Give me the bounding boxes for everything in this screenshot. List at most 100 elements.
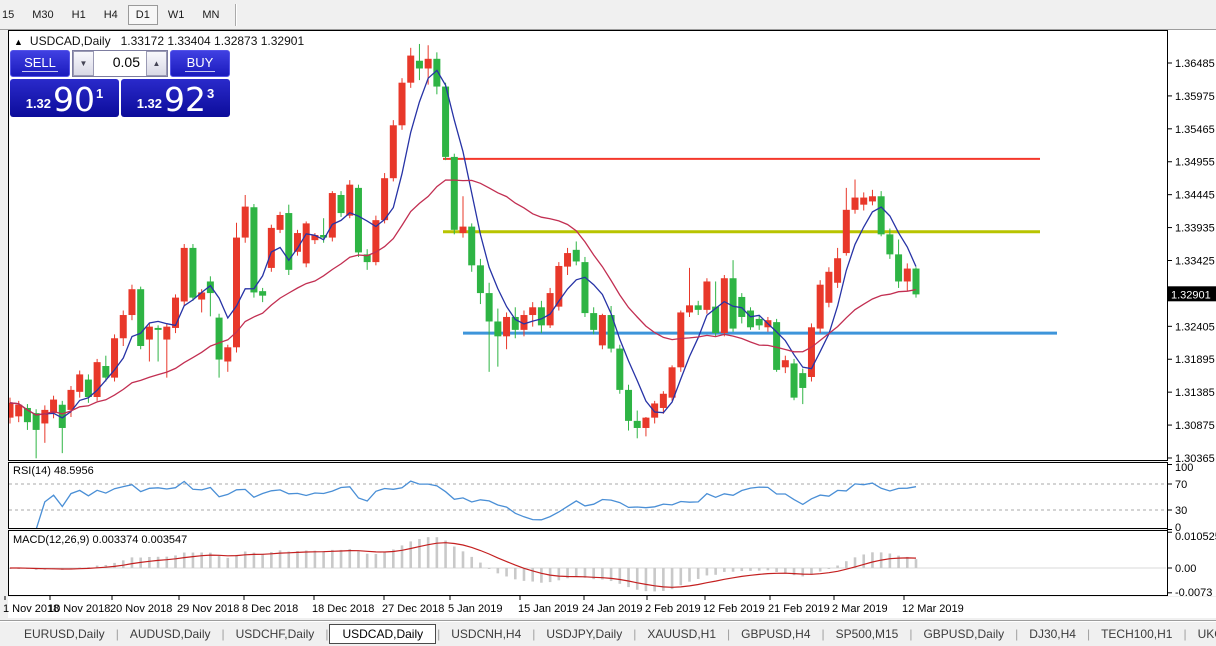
chart-symbol-label: USDCAD,Daily bbox=[30, 34, 111, 48]
symbol-tab-bar: EURUSD,Daily|AUDUSD,Daily|USDCHF,Daily|U… bbox=[0, 620, 1216, 646]
tab-usdcad-daily[interactable]: USDCAD,Daily bbox=[329, 624, 436, 644]
collapse-panel-icon[interactable]: ▲ bbox=[14, 37, 23, 47]
svg-text:70: 70 bbox=[1175, 479, 1187, 491]
candle-body bbox=[155, 328, 162, 330]
svg-text:5 Jan 2019: 5 Jan 2019 bbox=[448, 603, 502, 615]
candle-body bbox=[494, 321, 501, 336]
svg-text:1.31895: 1.31895 bbox=[1175, 354, 1215, 366]
candle-body bbox=[477, 265, 484, 293]
candle-body bbox=[869, 196, 876, 201]
candle-body bbox=[425, 59, 432, 69]
svg-text:24 Jan 2019: 24 Jan 2019 bbox=[582, 603, 643, 615]
buy-button[interactable]: BUY bbox=[170, 50, 230, 77]
candle-body bbox=[486, 293, 493, 321]
svg-text:100: 100 bbox=[1175, 462, 1193, 474]
candle-body bbox=[677, 312, 684, 367]
tab-gbpusd-daily[interactable]: GBPUSD,Daily bbox=[913, 624, 1014, 644]
tab-xauusd-h1[interactable]: XAUUSD,H1 bbox=[637, 624, 726, 644]
candle-body bbox=[268, 228, 275, 268]
candle-body bbox=[825, 272, 832, 303]
svg-text:20 Nov 2018: 20 Nov 2018 bbox=[110, 603, 172, 615]
candle-body bbox=[390, 125, 397, 178]
sell-price-display[interactable]: 1.32 90 1 bbox=[10, 79, 119, 117]
candle-body bbox=[102, 366, 109, 378]
svg-text:1.33425: 1.33425 bbox=[1175, 255, 1215, 267]
tab-usdjpy-daily[interactable]: USDJPY,Daily bbox=[536, 624, 632, 644]
candle-body bbox=[338, 195, 345, 213]
tab-gbpusd-h4[interactable]: GBPUSD,H4 bbox=[731, 624, 820, 644]
candle-body bbox=[886, 234, 893, 254]
candle-body bbox=[189, 248, 196, 298]
sell-price-prefix: 1.32 bbox=[26, 96, 51, 111]
svg-text:1.31385: 1.31385 bbox=[1175, 387, 1215, 399]
tab-separator: | bbox=[727, 627, 730, 641]
candle-body bbox=[669, 367, 676, 397]
tab-ukc[interactable]: UKC bbox=[1188, 624, 1216, 644]
timeframe-button-M30[interactable]: M30 bbox=[24, 5, 61, 25]
candle-body bbox=[878, 196, 885, 234]
timeframe-button-W1[interactable]: W1 bbox=[160, 5, 193, 25]
tab-audusd-daily[interactable]: AUDUSD,Daily bbox=[120, 624, 221, 644]
candle-body bbox=[581, 262, 588, 313]
volume-stepper: ▼ 0.05 ▲ bbox=[72, 50, 168, 77]
candle-body bbox=[817, 285, 824, 329]
candle-body bbox=[538, 307, 545, 325]
tab-separator: | bbox=[1015, 627, 1018, 641]
timeframe-button-H4[interactable]: H4 bbox=[96, 5, 126, 25]
candle-body bbox=[407, 56, 414, 83]
candle-body bbox=[67, 390, 74, 410]
sell-price-main: 90 bbox=[53, 85, 95, 115]
candle-body bbox=[573, 250, 580, 262]
tab-usdchf-daily[interactable]: USDCHF,Daily bbox=[226, 624, 325, 644]
candle-body bbox=[33, 413, 40, 430]
buy-button-label: BUY bbox=[185, 55, 216, 72]
candle-body bbox=[843, 210, 850, 253]
macd-indicator-label: MACD(12,26,9) 0.003374 0.003547 bbox=[13, 534, 187, 546]
candle-body bbox=[303, 223, 310, 263]
sell-button[interactable]: SELL bbox=[10, 50, 70, 77]
svg-text:2 Mar 2019: 2 Mar 2019 bbox=[832, 603, 888, 615]
candle-body bbox=[599, 315, 606, 345]
candle-body bbox=[285, 213, 292, 270]
svg-text:18 Dec 2018: 18 Dec 2018 bbox=[312, 603, 374, 615]
volume-increase-button[interactable]: ▲ bbox=[146, 51, 167, 76]
candle-body bbox=[634, 421, 641, 428]
tab-tech100-h1[interactable]: TECH100,H1 bbox=[1091, 624, 1182, 644]
candle-body bbox=[198, 292, 205, 299]
candle-body bbox=[721, 278, 728, 333]
candle-body bbox=[451, 157, 458, 230]
one-click-trading-panel: SELL ▼ 0.05 ▲ BUY 1.32 90 1 1.32 92 3 bbox=[10, 50, 230, 117]
candle-body bbox=[399, 83, 406, 126]
candle-body bbox=[703, 281, 710, 309]
candle-body bbox=[460, 227, 467, 233]
svg-text:0.00: 0.00 bbox=[1175, 563, 1196, 575]
buy-price-display[interactable]: 1.32 92 3 bbox=[121, 79, 230, 117]
chevron-up-icon: ▲ bbox=[153, 59, 161, 68]
svg-text:1.34955: 1.34955 bbox=[1175, 157, 1215, 169]
volume-input[interactable]: 0.05 bbox=[94, 51, 146, 76]
candle-body bbox=[277, 215, 284, 230]
chevron-down-icon: ▼ bbox=[80, 59, 88, 68]
candle-body bbox=[651, 403, 658, 417]
svg-text:1.35465: 1.35465 bbox=[1175, 124, 1215, 136]
timeframe-button-H1[interactable]: H1 bbox=[64, 5, 94, 25]
timeframe-button-MN[interactable]: MN bbox=[194, 5, 227, 25]
candle-body bbox=[233, 238, 240, 348]
tab-eurusd-daily[interactable]: EURUSD,Daily bbox=[14, 624, 115, 644]
tab-sp500-m15[interactable]: SP500,M15 bbox=[826, 624, 909, 644]
svg-text:8 Dec 2018: 8 Dec 2018 bbox=[242, 603, 298, 615]
trading-platform-window: 15M30H1H4D1W1MN 1.364851.359751.354651.3… bbox=[0, 0, 1216, 646]
tab-dj30-h4[interactable]: DJ30,H4 bbox=[1019, 624, 1086, 644]
candle-body bbox=[120, 315, 127, 338]
volume-decrease-button[interactable]: ▼ bbox=[73, 51, 94, 76]
candle-body bbox=[730, 278, 737, 328]
tab-usdcnh-h4[interactable]: USDCNH,H4 bbox=[441, 624, 531, 644]
candle-body bbox=[468, 227, 475, 266]
buy-price-pipette: 3 bbox=[207, 86, 214, 101]
buy-price-prefix: 1.32 bbox=[137, 96, 162, 111]
svg-text:1.32405: 1.32405 bbox=[1175, 321, 1215, 333]
timeframe-button-D1[interactable]: D1 bbox=[128, 5, 158, 25]
timeframe-button-15[interactable]: 15 bbox=[0, 5, 22, 25]
candle-body bbox=[799, 373, 806, 388]
tab-separator: | bbox=[437, 627, 440, 641]
